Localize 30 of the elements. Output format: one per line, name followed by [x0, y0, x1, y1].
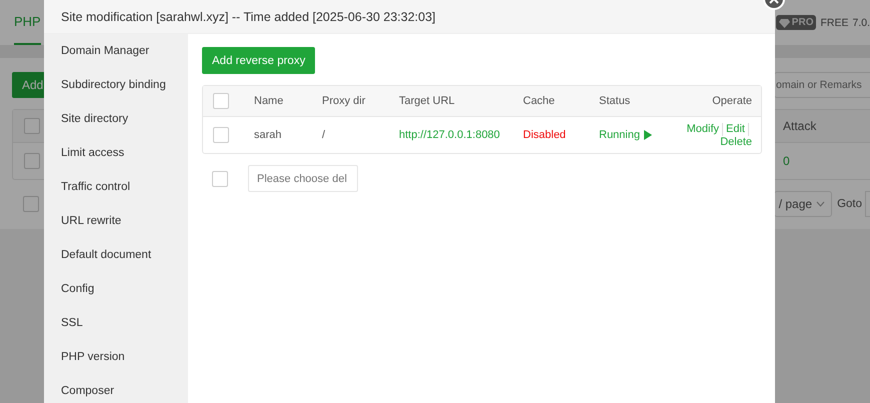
table-cell-text: sarah: [254, 129, 283, 141]
version-label: 7.0.: [852, 16, 870, 28]
sidebar-item[interactable]: Default document: [44, 238, 188, 272]
page-size-label: / page: [778, 197, 812, 211]
edition-label: FREE: [820, 16, 848, 28]
column-header: Operate: [712, 95, 752, 107]
sidebar-item[interactable]: PHP version: [44, 340, 188, 374]
sidebar-item[interactable]: Composer: [44, 374, 188, 403]
batch-select[interactable]: Please choose del: [248, 165, 358, 192]
column-header: Proxy dir: [322, 95, 366, 107]
table-cell-text: /: [322, 129, 326, 141]
sidebar-item[interactable]: URL rewrite: [44, 204, 188, 238]
sidebar-item[interactable]: Limit access: [44, 136, 188, 170]
column-header: Status: [599, 95, 632, 107]
column-header: Name: [254, 95, 284, 107]
column-header: Target URL: [399, 95, 456, 107]
dialog-title: Site modification [sarahwl.xyz] -- Time added [2025-06-30 23:32:03]: [44, 0, 775, 34]
search-field[interactable]: omain or Remarks: [774, 72, 870, 98]
sidebar-item[interactable]: Site directory: [44, 102, 188, 136]
goto-label: Goto: [837, 198, 862, 210]
column-header: Cache: [523, 95, 556, 107]
sidebar-item[interactable]: SSL: [44, 306, 188, 340]
column-header: Attack: [783, 119, 818, 133]
cache-status: Disabled: [523, 129, 567, 141]
table-cell-text: 0: [783, 154, 791, 168]
pro-badge: PRO: [776, 15, 816, 30]
sidebar-item[interactable]: Traffic control: [44, 170, 188, 204]
page-size-select[interactable]: / page: [774, 191, 832, 217]
sidebar-item[interactable]: Config: [44, 272, 188, 306]
sidebar-item[interactable]: Domain Manager: [44, 34, 188, 68]
